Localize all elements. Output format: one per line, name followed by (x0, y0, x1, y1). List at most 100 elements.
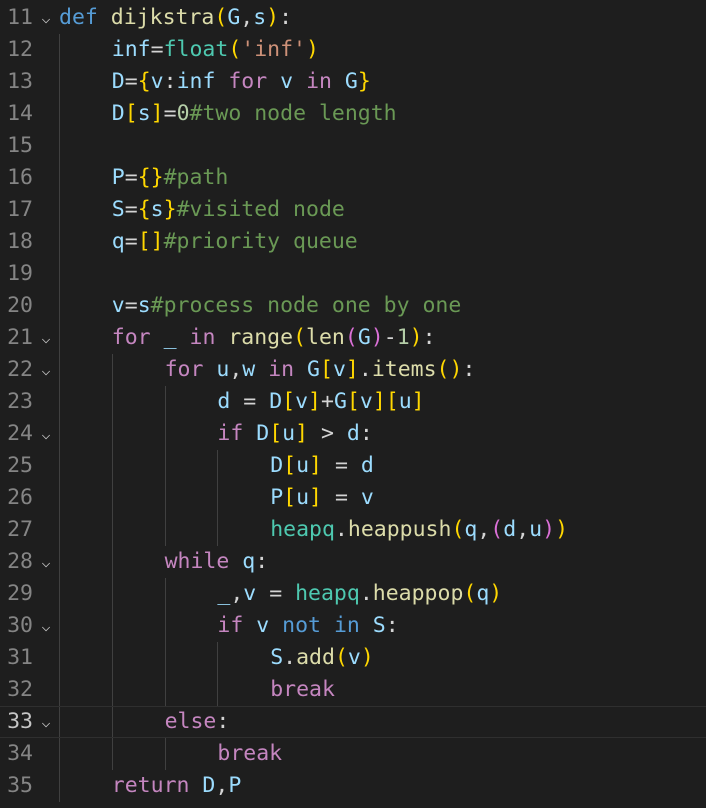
code-text[interactable]: while q: (165, 546, 269, 578)
code-token: G (344, 69, 358, 94)
code-token: [ (320, 357, 333, 382)
code-token: + (321, 389, 334, 414)
fold-chevron-icon[interactable]: ⌵ (39, 354, 53, 386)
code-line[interactable]: 12 inf=float('inf') (0, 34, 706, 66)
code-line[interactable]: 29 _,v = heapq.heappop(q) (0, 578, 706, 610)
code-token: v (150, 69, 164, 94)
code-line[interactable]: 22 ⌵ for u,w in G[v].items(): (0, 354, 706, 386)
code-line[interactable]: 27 heapq.heappush(q,(d,u)) (0, 514, 706, 546)
code-editor[interactable]: 11 ⌵ def dijkstra(G,s): 12 inf=float('inf') 1… (0, 0, 706, 808)
code-token: ( (463, 581, 477, 606)
code-text[interactable]: break (217, 738, 282, 770)
line-number: 34 (7, 741, 33, 766)
code-line[interactable]: 17 S={s}#visited node (0, 194, 706, 226)
code-token: ) (266, 5, 280, 30)
code-token: d (346, 421, 360, 446)
code-text[interactable]: else: (165, 707, 230, 737)
code-line[interactable]: 13 D={v:inf for v in G} (0, 66, 706, 98)
code-token: heappop (372, 581, 464, 606)
code-token: v (359, 389, 373, 414)
line-number: 29 (7, 581, 33, 606)
code-text[interactable]: P[u] = v (270, 482, 374, 514)
code-text[interactable]: if D[u] > d: (217, 418, 372, 450)
code-line[interactable]: 26 P[u] = v (0, 482, 706, 514)
code-line[interactable]: 31 S.add(v) (0, 642, 706, 674)
code-token: ) (306, 37, 319, 62)
code-line[interactable]: 16 P={}#path (0, 162, 706, 194)
code-line[interactable]: 14 D[s]=0#two node length (0, 98, 706, 130)
code-text[interactable]: D={v:inf for v in G} (112, 66, 371, 98)
code-line[interactable]: 33 ⌵ else: (0, 706, 706, 738)
code-line[interactable]: 21 ⌵ for _ in range(len(G)-1): (0, 322, 706, 354)
code-token: inf (111, 37, 151, 62)
code-text[interactable]: if v not in S: (217, 610, 398, 642)
code-token: D (270, 453, 284, 478)
code-line[interactable]: 11 ⌵ def dijkstra(G,s): (0, 2, 706, 34)
code-line[interactable]: 18 q=[]#priority queue (0, 226, 706, 258)
code-text[interactable]: S.add(v) (270, 642, 374, 674)
code-token: , (240, 5, 254, 30)
line-number: 24 (7, 421, 33, 446)
code-text[interactable]: heapq.heappush(q,(d,u)) (270, 514, 568, 546)
code-token: , (230, 581, 244, 606)
fold-chevron-icon[interactable]: ⌵ (39, 546, 53, 578)
code-line[interactable]: 34 break (0, 738, 706, 770)
code-token: for (164, 357, 204, 382)
code-line[interactable]: 30 ⌵ if v not in S: (0, 610, 706, 642)
code-text[interactable]: break (270, 674, 335, 706)
code-text[interactable]: d = D[v]+G[v][u] (217, 386, 424, 418)
code-line[interactable]: 32 break (0, 674, 706, 706)
code-token: ] (309, 485, 322, 510)
code-text[interactable]: S={s}#visited node (112, 194, 345, 226)
code-line[interactable]: 25 D[u] = d (0, 450, 706, 482)
code-token: break (217, 741, 283, 766)
line-number: 20 (7, 293, 33, 318)
code-text[interactable]: D[u] = d (270, 450, 374, 482)
code-token: ) (542, 517, 556, 542)
code-line[interactable]: 15 (0, 130, 706, 162)
code-token: , (516, 517, 530, 542)
code-line[interactable]: 24 ⌵ if D[u] > d: (0, 418, 706, 450)
code-text[interactable]: P={}#path (112, 162, 229, 194)
code-token: in (306, 69, 332, 94)
fold-chevron-icon[interactable]: ⌵ (39, 610, 53, 642)
code-token: w (242, 357, 256, 382)
code-text[interactable]: for _ in range(len(G)-1): (112, 322, 436, 354)
code-token: . (359, 581, 373, 606)
code-token: {} (137, 165, 164, 190)
code-line[interactable]: 19 (0, 258, 706, 290)
line-number: 25 (7, 453, 33, 478)
code-token: v (332, 357, 346, 382)
code-text[interactable]: return D,P (112, 770, 241, 802)
code-text[interactable]: def dijkstra(G,s): (59, 2, 292, 34)
fold-chevron-icon[interactable]: ⌵ (39, 2, 53, 34)
code-line[interactable]: 20 v=s#process node one by one (0, 290, 706, 322)
line-number: 18 (7, 229, 33, 254)
code-line[interactable]: 23 d = D[v]+G[v][u] (0, 386, 706, 418)
code-text[interactable]: inf=float('inf') (112, 34, 319, 66)
code-token: = (124, 165, 138, 190)
code-token: } (163, 197, 177, 222)
code-line[interactable]: 35 return D,P (0, 770, 706, 802)
code-text[interactable]: q=[]#priority queue (112, 226, 358, 258)
code-token: D (111, 69, 125, 94)
code-text[interactable]: for u,w in G[v].items(): (165, 354, 476, 386)
code-token: P (228, 773, 242, 798)
code-text[interactable]: D[s]=0#two node length (112, 98, 397, 130)
code-token: S (372, 613, 386, 638)
fold-chevron-icon[interactable]: ⌵ (39, 322, 53, 354)
code-text[interactable]: v=s#process node one by one (112, 290, 462, 322)
code-line[interactable]: 28 ⌵ while q: (0, 546, 706, 578)
code-token: ][ (372, 389, 399, 414)
line-number: 23 (7, 389, 33, 414)
code-token: v (360, 485, 374, 510)
fold-chevron-icon[interactable]: ⌵ (39, 707, 53, 737)
code-token: u (398, 389, 412, 414)
code-token: ) (370, 325, 384, 350)
fold-chevron-icon[interactable]: ⌵ (39, 418, 53, 450)
code-text[interactable]: _,v = heapq.heappop(q) (217, 578, 502, 610)
